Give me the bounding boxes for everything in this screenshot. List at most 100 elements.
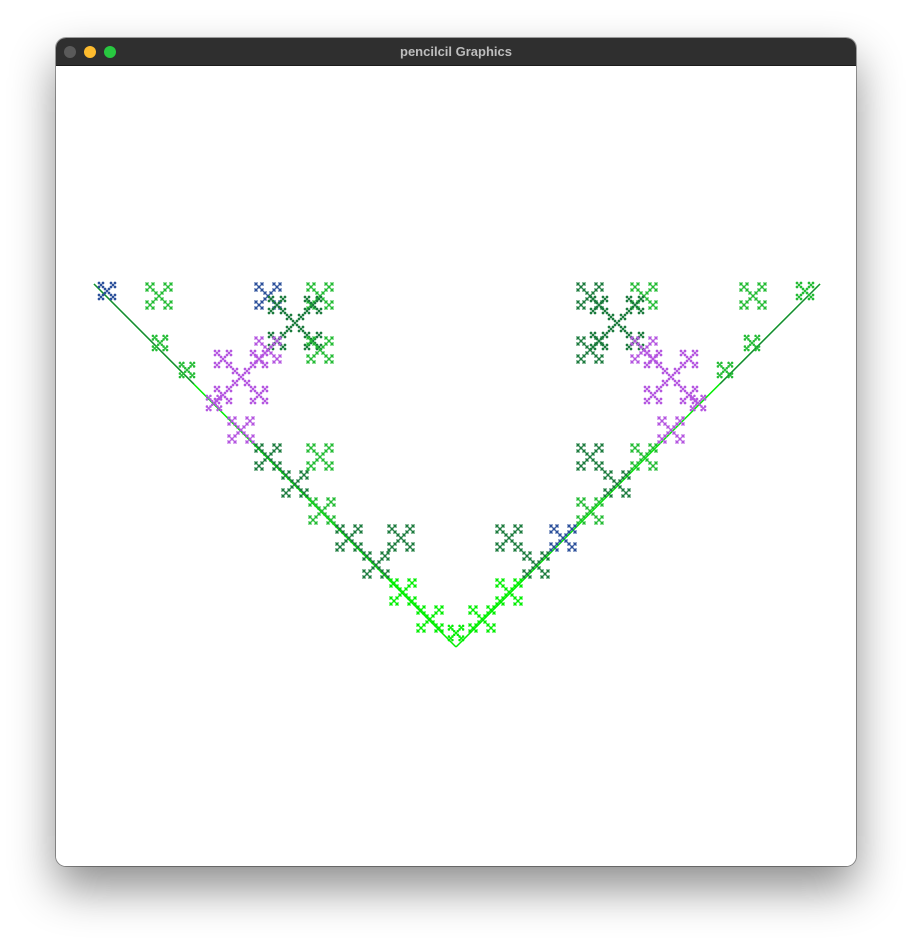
fractal-cross xyxy=(549,530,553,534)
fractal-cross xyxy=(283,295,287,299)
fractal-cross xyxy=(585,291,589,295)
fractal-cross xyxy=(321,345,325,349)
fractal-cross xyxy=(269,297,273,301)
fractal-cross xyxy=(648,282,652,286)
fractal-cross xyxy=(643,385,647,389)
fractal-cross xyxy=(213,361,217,365)
fractal-cross xyxy=(283,347,287,351)
fractal-cross xyxy=(451,635,454,638)
fractal-cross xyxy=(237,377,241,381)
fractal-cross xyxy=(498,545,502,549)
fractal-cross xyxy=(163,288,167,292)
fractal-cross xyxy=(422,623,426,627)
fractal-cross xyxy=(396,539,400,543)
fractal-cross xyxy=(663,416,667,420)
fractal-cross xyxy=(317,309,321,313)
fractal-cross xyxy=(261,385,265,389)
fractal-cross xyxy=(636,282,640,286)
fractal-cross xyxy=(625,295,629,299)
fractal-cross xyxy=(611,317,615,321)
fractal-cross xyxy=(591,512,595,516)
fractal-cross xyxy=(510,593,514,597)
fractal-cross xyxy=(225,397,229,401)
fractal-cross xyxy=(495,602,499,606)
fractal-cross xyxy=(260,467,264,471)
fractal-cross xyxy=(309,357,313,361)
fractal-cross xyxy=(594,360,598,364)
fractal-cross xyxy=(459,636,463,640)
fractal-cross xyxy=(607,313,611,317)
fractal-cross xyxy=(103,287,107,291)
fractal-cross xyxy=(594,467,598,471)
fractal-cross xyxy=(803,289,807,293)
fractal-cross xyxy=(229,401,233,405)
fractal-cross xyxy=(356,527,360,531)
fractal-cross xyxy=(661,371,665,375)
fractal-cross xyxy=(501,584,505,588)
fractal-cross xyxy=(675,440,679,444)
fractal-cross xyxy=(293,321,297,325)
fractal-cross xyxy=(582,360,586,364)
title-bar[interactable]: pencilcil Graphics xyxy=(56,38,856,66)
fractal-cross xyxy=(113,297,117,301)
fractal-cross xyxy=(763,282,767,286)
fractal-cross xyxy=(330,354,334,358)
fractal-cross xyxy=(451,624,454,628)
fractal-cross xyxy=(549,548,553,552)
fractal-cross xyxy=(718,373,722,377)
fractal-cross xyxy=(685,395,689,399)
fractal-cross xyxy=(639,458,643,462)
fractal-cross xyxy=(513,578,517,582)
fractal-cross xyxy=(230,437,234,441)
fractal-cross xyxy=(422,629,426,633)
fractal-cross xyxy=(213,397,217,401)
fractal-cross xyxy=(673,379,677,383)
fractal-cross xyxy=(341,548,345,552)
fractal-cross xyxy=(685,355,689,359)
fractal-cross xyxy=(636,443,640,447)
fractal-cross xyxy=(243,371,247,375)
fractal-cross xyxy=(639,309,643,313)
fractal-cross xyxy=(627,297,631,301)
fractal-cross xyxy=(630,282,634,286)
graphics-canvas[interactable] xyxy=(56,66,856,866)
fractal-cross xyxy=(811,293,815,297)
fractal-cross xyxy=(679,365,683,369)
fractal-cross xyxy=(326,521,330,525)
fractal-cross xyxy=(730,372,734,375)
fractal-cross xyxy=(585,506,589,510)
fractal-cross xyxy=(267,295,271,299)
fractal-cross xyxy=(289,329,293,333)
fractal-cross xyxy=(225,349,229,353)
fractal-cross xyxy=(416,629,420,633)
fractal-cross xyxy=(600,449,604,453)
fractal-cross xyxy=(672,425,676,429)
fractal-cross xyxy=(368,575,372,579)
fractal-cross xyxy=(679,401,683,405)
fractal-cross xyxy=(663,369,667,373)
fractal-cross xyxy=(380,551,384,555)
fractal-cross xyxy=(253,353,257,357)
fractal-cross xyxy=(189,375,192,379)
fractal-cross xyxy=(579,303,583,307)
fractal-cross xyxy=(606,491,610,495)
fractal-cross xyxy=(745,282,749,286)
fractal-cross xyxy=(495,530,499,534)
fractal-cross xyxy=(223,395,227,399)
fractal-cross xyxy=(447,624,451,628)
fractal-cross xyxy=(327,303,331,307)
fractal-cross xyxy=(253,349,257,353)
fractal-cross xyxy=(519,596,523,600)
fractal-cross xyxy=(694,403,698,407)
fractal-cross xyxy=(633,357,637,361)
fractal-cross xyxy=(639,345,643,349)
fractal-cross xyxy=(254,342,258,346)
fractal-cross xyxy=(214,403,218,407)
fractal-cross xyxy=(273,305,277,309)
fractal-cross xyxy=(307,347,311,351)
fractal-cross xyxy=(326,503,330,507)
fractal-cross xyxy=(597,285,601,289)
fractal-cross xyxy=(324,282,328,286)
fractal-cross xyxy=(317,333,321,337)
fractal-cross xyxy=(474,605,478,609)
